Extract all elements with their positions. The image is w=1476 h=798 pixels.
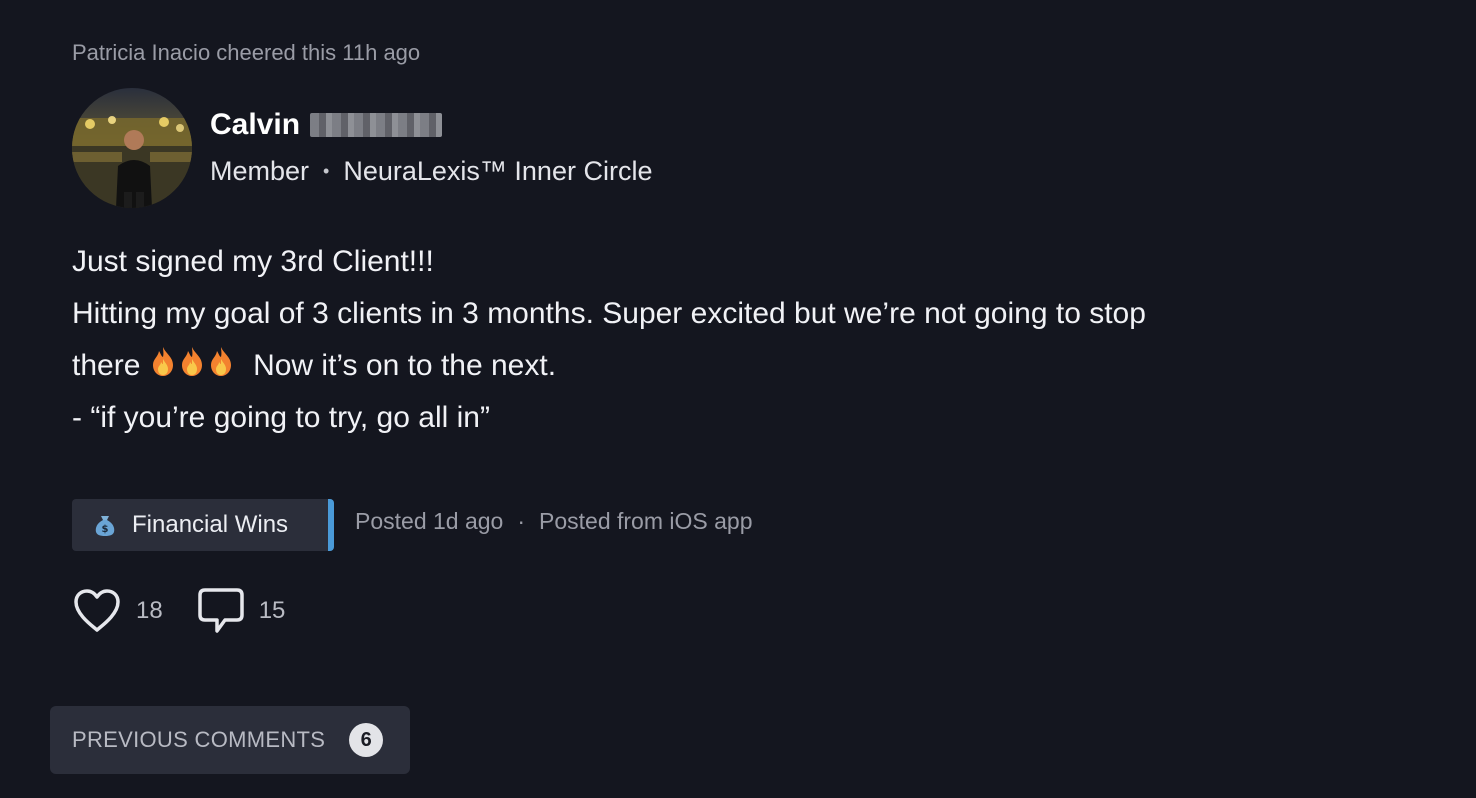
comment-button[interactable]: 15 [197, 586, 286, 636]
fire-icon [210, 347, 231, 376]
author-role: Member [210, 156, 310, 186]
comment-count: 15 [258, 597, 286, 624]
post-card: Patricia Inacio cheered this 11h ago Cal… [0, 0, 1476, 798]
posted-time: Posted 1d ago [355, 508, 504, 534]
comment-icon [197, 588, 244, 633]
redacted-surname [310, 113, 443, 137]
previous-comments-count-badge: 6 [349, 723, 384, 757]
post-line-end: Now it’s on to the next. [253, 349, 557, 382]
post-line: there Now it’s on to the next. [72, 340, 1402, 392]
posted-source: Posted from iOS app [539, 508, 753, 534]
author-name-row: Calvin [210, 108, 443, 142]
fire-icon [152, 347, 173, 376]
post-line: Hitting my goal of 3 clients in 3 months… [72, 297, 1146, 330]
post-info: Posted 1d ago · Posted from iOS app [355, 508, 753, 535]
meta-separator: • [323, 161, 330, 181]
category-tag[interactable]: $ Financial Wins [72, 499, 334, 551]
like-button[interactable]: 18 [72, 587, 163, 635]
author-name[interactable]: Calvin [210, 108, 300, 142]
post-line: - “if you’re going to try, go all in” [72, 401, 490, 434]
previous-comments-button[interactable]: PREVIOUS COMMENTS 6 [50, 706, 410, 774]
heart-icon [74, 589, 120, 632]
author-avatar[interactable] [72, 88, 192, 208]
avatar-photo [72, 88, 192, 208]
info-separator: · [517, 508, 526, 534]
like-count: 18 [136, 597, 163, 624]
post-body: Just signed my 3rd Client!!! Hitting my … [72, 236, 1402, 444]
author-group[interactable]: NeuraLexis™ Inner Circle [343, 156, 652, 187]
cheer-activity-text: Patricia Inacio cheered this 11h ago [72, 40, 421, 65]
post-line: Just signed my 3rd Client!!! [72, 245, 434, 278]
author-meta: Member • NeuraLexis™ Inner Circle [210, 156, 652, 187]
svg-text:$: $ [102, 524, 109, 535]
fire-emojis [149, 345, 235, 377]
previous-comments-label: PREVIOUS COMMENTS [72, 727, 326, 752]
fire-icon [181, 347, 202, 376]
post-line-start: there [72, 349, 141, 382]
post-actions: 18 15 [72, 586, 285, 636]
money-bag-icon: $ [95, 516, 115, 536]
category-label: Financial Wins [132, 511, 289, 538]
